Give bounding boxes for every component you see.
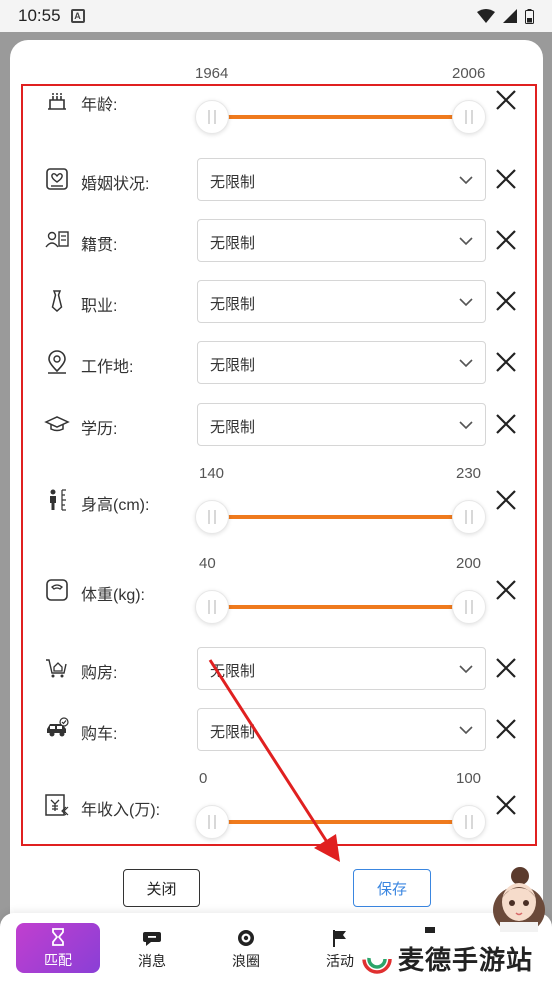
yuan-income-icon: [45, 794, 69, 816]
tab-label: 浪圈: [232, 952, 260, 969]
necktie-icon: [51, 290, 63, 313]
car-icon: [47, 717, 69, 737]
close-icon[interactable]: [494, 793, 518, 817]
close-icon[interactable]: [494, 717, 518, 741]
weight-scale-icon: [46, 579, 68, 601]
house-cart-icon: [46, 659, 67, 678]
close-icon[interactable]: [494, 350, 518, 374]
location-pin-icon: [48, 350, 66, 374]
close-icon[interactable]: [494, 412, 518, 436]
close-button[interactable]: 关闭: [123, 869, 200, 907]
save-button[interactable]: 保存: [353, 869, 431, 907]
close-icon[interactable]: [494, 167, 518, 191]
range-track: [212, 820, 469, 824]
select-value: 无限制: [210, 296, 256, 313]
flag-icon: [333, 929, 346, 947]
row-label: 年收入(万):: [81, 802, 161, 819]
select-house[interactable]: 无限制: [197, 647, 486, 690]
range-handle-max[interactable]: [452, 100, 486, 134]
battery-icon: [525, 8, 534, 24]
row-label: 年龄:: [81, 97, 118, 114]
row-label: 职业:: [81, 298, 118, 315]
watermark-logo-icon: [362, 943, 392, 974]
select-value: 无限制: [210, 724, 256, 741]
tab-messages[interactable]: 消息: [112, 923, 192, 975]
chevron-down-icon: [459, 176, 473, 185]
range-handle-min[interactable]: [195, 805, 229, 839]
target-circle-icon: [238, 929, 254, 946]
range-track: [212, 515, 469, 519]
chevron-down-icon: [459, 298, 473, 307]
select-value: 无限制: [210, 357, 256, 374]
row-label: 工作地:: [81, 359, 134, 376]
chevron-down-icon: [459, 359, 473, 368]
range-min-label: 140: [199, 465, 225, 482]
tab-label: 匹配: [44, 951, 72, 968]
range-handle-min[interactable]: [195, 500, 229, 534]
range-handle-max[interactable]: [452, 805, 486, 839]
close-icon[interactable]: [494, 656, 518, 680]
tab-label: 消息: [138, 952, 166, 969]
row-label: 体重(kg):: [81, 587, 146, 604]
select-value: 无限制: [210, 174, 256, 191]
close-icon[interactable]: [494, 289, 518, 313]
status-icons: [477, 8, 534, 24]
tab-partial-icon: [425, 927, 435, 933]
close-icon[interactable]: [494, 488, 518, 512]
graduation-cap-icon: [44, 416, 70, 432]
select-job[interactable]: 无限制: [197, 280, 486, 323]
range-min-label: 1964: [195, 65, 229, 82]
select-value: 无限制: [210, 235, 256, 252]
row-label: 籍贯:: [81, 237, 118, 254]
tab-circle[interactable]: 浪圈: [206, 923, 286, 975]
select-car[interactable]: 无限制: [197, 708, 486, 751]
row-label: 身高(cm):: [81, 497, 150, 514]
watermark: 麦德手游站: [362, 940, 533, 977]
status-bar: 10:55 A: [0, 0, 552, 32]
hourglass-icon: [52, 927, 64, 946]
avatar[interactable]: [490, 862, 548, 932]
marriage-certificate-icon: [46, 168, 68, 190]
chevron-down-icon: [459, 237, 473, 246]
close-icon[interactable]: [494, 228, 518, 252]
select-value: 无限制: [210, 663, 256, 680]
notification-a-icon: A: [70, 9, 85, 23]
select-marital[interactable]: 无限制: [197, 158, 486, 201]
cake-icon: [48, 93, 66, 110]
range-track: [212, 115, 469, 119]
select-native[interactable]: 无限制: [197, 219, 486, 262]
tab-match[interactable]: 匹配: [16, 923, 100, 973]
row-label: 学历:: [81, 421, 118, 438]
range-max-label: 200: [456, 555, 482, 572]
signal-icon: [503, 9, 517, 23]
range-min-label: 0: [199, 770, 208, 787]
chat-bubble-icon: [143, 931, 161, 946]
chevron-down-icon: [459, 726, 473, 735]
row-label: 婚姻状况:: [81, 176, 150, 193]
watermark-text: 麦德手游站: [398, 945, 534, 975]
range-track: [212, 605, 469, 609]
range-handle-max[interactable]: [452, 500, 486, 534]
wifi-icon: [477, 9, 495, 23]
select-value: 无限制: [210, 419, 256, 436]
select-edu[interactable]: 无限制: [197, 403, 486, 446]
tab-label: 活动: [326, 952, 354, 969]
range-max-label: 230: [456, 465, 482, 482]
range-max-label: 100: [456, 770, 482, 787]
close-icon[interactable]: [494, 578, 518, 602]
chevron-down-icon: [459, 421, 473, 430]
height-ruler-icon: [50, 489, 66, 511]
select-workplace[interactable]: 无限制: [197, 341, 486, 384]
id-card-icon: [45, 231, 69, 248]
range-max-label: 2006: [452, 65, 486, 82]
range-handle-max[interactable]: [452, 590, 486, 624]
close-icon[interactable]: [494, 88, 518, 112]
row-label: 购房:: [81, 665, 118, 682]
range-handle-min[interactable]: [195, 590, 229, 624]
chevron-down-icon: [459, 665, 473, 674]
range-handle-min[interactable]: [195, 100, 229, 134]
status-time: 10:55: [18, 6, 61, 25]
range-min-label: 40: [199, 555, 216, 572]
row-label: 购车:: [81, 726, 118, 743]
